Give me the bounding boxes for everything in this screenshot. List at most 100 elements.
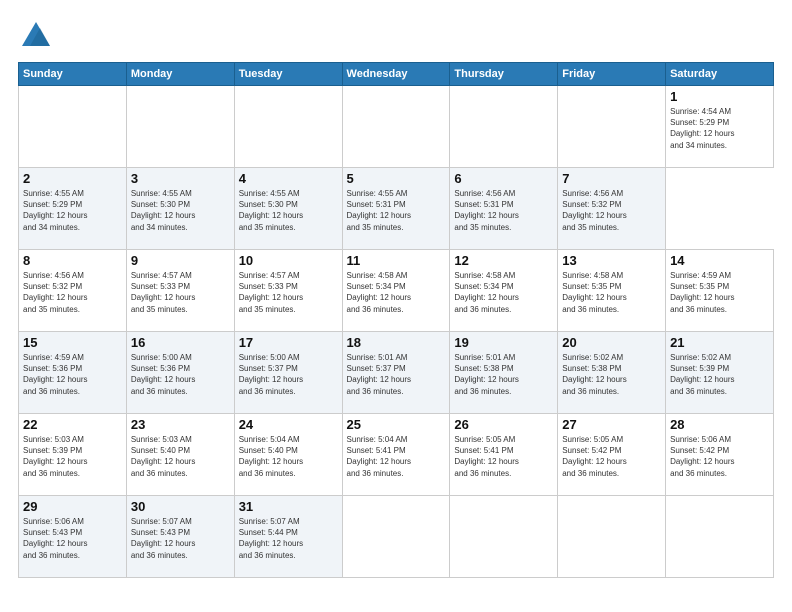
day-number: 10 bbox=[239, 253, 338, 268]
day-info: Sunrise: 4:56 AM Sunset: 5:32 PM Dayligh… bbox=[562, 188, 661, 233]
day-info: Sunrise: 5:01 AM Sunset: 5:37 PM Dayligh… bbox=[347, 352, 446, 397]
calendar-cell bbox=[234, 86, 342, 168]
calendar-cell: 6 Sunrise: 4:56 AM Sunset: 5:31 PM Dayli… bbox=[450, 168, 558, 250]
day-info: Sunrise: 5:04 AM Sunset: 5:41 PM Dayligh… bbox=[347, 434, 446, 479]
day-number: 30 bbox=[131, 499, 230, 514]
day-info: Sunrise: 5:04 AM Sunset: 5:40 PM Dayligh… bbox=[239, 434, 338, 479]
calendar-week: 1 Sunrise: 4:54 AM Sunset: 5:29 PM Dayli… bbox=[19, 86, 774, 168]
calendar-cell: 10 Sunrise: 4:57 AM Sunset: 5:33 PM Dayl… bbox=[234, 250, 342, 332]
day-info: Sunrise: 4:57 AM Sunset: 5:33 PM Dayligh… bbox=[131, 270, 230, 315]
day-number: 6 bbox=[454, 171, 553, 186]
day-number: 12 bbox=[454, 253, 553, 268]
calendar-cell: 19 Sunrise: 5:01 AM Sunset: 5:38 PM Dayl… bbox=[450, 332, 558, 414]
logo bbox=[18, 18, 58, 54]
calendar-cell bbox=[126, 86, 234, 168]
calendar-cell: 29 Sunrise: 5:06 AM Sunset: 5:43 PM Dayl… bbox=[19, 496, 127, 578]
day-number: 14 bbox=[670, 253, 769, 268]
day-number: 24 bbox=[239, 417, 338, 432]
weekday-header: Thursday bbox=[450, 63, 558, 86]
day-number: 23 bbox=[131, 417, 230, 432]
day-number: 20 bbox=[562, 335, 661, 350]
day-number: 1 bbox=[670, 89, 769, 104]
day-info: Sunrise: 5:07 AM Sunset: 5:44 PM Dayligh… bbox=[239, 516, 338, 561]
day-info: Sunrise: 5:02 AM Sunset: 5:39 PM Dayligh… bbox=[670, 352, 769, 397]
day-number: 29 bbox=[23, 499, 122, 514]
weekday-header: Tuesday bbox=[234, 63, 342, 86]
day-number: 26 bbox=[454, 417, 553, 432]
day-number: 9 bbox=[131, 253, 230, 268]
day-number: 16 bbox=[131, 335, 230, 350]
day-info: Sunrise: 5:07 AM Sunset: 5:43 PM Dayligh… bbox=[131, 516, 230, 561]
calendar-cell: 7 Sunrise: 4:56 AM Sunset: 5:32 PM Dayli… bbox=[558, 168, 666, 250]
calendar-cell: 18 Sunrise: 5:01 AM Sunset: 5:37 PM Dayl… bbox=[342, 332, 450, 414]
calendar-cell: 23 Sunrise: 5:03 AM Sunset: 5:40 PM Dayl… bbox=[126, 414, 234, 496]
day-number: 8 bbox=[23, 253, 122, 268]
calendar-cell: 2 Sunrise: 4:55 AM Sunset: 5:29 PM Dayli… bbox=[19, 168, 127, 250]
day-number: 13 bbox=[562, 253, 661, 268]
day-info: Sunrise: 4:59 AM Sunset: 5:35 PM Dayligh… bbox=[670, 270, 769, 315]
day-info: Sunrise: 4:58 AM Sunset: 5:35 PM Dayligh… bbox=[562, 270, 661, 315]
day-info: Sunrise: 4:54 AM Sunset: 5:29 PM Dayligh… bbox=[670, 106, 769, 151]
calendar-cell: 27 Sunrise: 5:05 AM Sunset: 5:42 PM Dayl… bbox=[558, 414, 666, 496]
calendar-cell: 26 Sunrise: 5:05 AM Sunset: 5:41 PM Dayl… bbox=[450, 414, 558, 496]
calendar-cell bbox=[450, 496, 558, 578]
day-info: Sunrise: 4:55 AM Sunset: 5:31 PM Dayligh… bbox=[347, 188, 446, 233]
day-number: 11 bbox=[347, 253, 446, 268]
day-info: Sunrise: 5:06 AM Sunset: 5:43 PM Dayligh… bbox=[23, 516, 122, 561]
day-number: 17 bbox=[239, 335, 338, 350]
calendar-week: 2 Sunrise: 4:55 AM Sunset: 5:29 PM Dayli… bbox=[19, 168, 774, 250]
day-number: 4 bbox=[239, 171, 338, 186]
day-info: Sunrise: 5:03 AM Sunset: 5:40 PM Dayligh… bbox=[131, 434, 230, 479]
day-info: Sunrise: 5:06 AM Sunset: 5:42 PM Dayligh… bbox=[670, 434, 769, 479]
calendar-cell bbox=[19, 86, 127, 168]
calendar-cell: 15 Sunrise: 4:59 AM Sunset: 5:36 PM Dayl… bbox=[19, 332, 127, 414]
calendar-cell: 20 Sunrise: 5:02 AM Sunset: 5:38 PM Dayl… bbox=[558, 332, 666, 414]
day-number: 25 bbox=[347, 417, 446, 432]
calendar-cell: 30 Sunrise: 5:07 AM Sunset: 5:43 PM Dayl… bbox=[126, 496, 234, 578]
calendar-cell: 24 Sunrise: 5:04 AM Sunset: 5:40 PM Dayl… bbox=[234, 414, 342, 496]
weekday-header: Friday bbox=[558, 63, 666, 86]
weekday-header: Saturday bbox=[666, 63, 774, 86]
calendar-week: 8 Sunrise: 4:56 AM Sunset: 5:32 PM Dayli… bbox=[19, 250, 774, 332]
day-number: 18 bbox=[347, 335, 446, 350]
weekday-header: Sunday bbox=[19, 63, 127, 86]
day-info: Sunrise: 4:58 AM Sunset: 5:34 PM Dayligh… bbox=[454, 270, 553, 315]
day-info: Sunrise: 5:02 AM Sunset: 5:38 PM Dayligh… bbox=[562, 352, 661, 397]
page: SundayMondayTuesdayWednesdayThursdayFrid… bbox=[0, 0, 792, 612]
day-info: Sunrise: 4:59 AM Sunset: 5:36 PM Dayligh… bbox=[23, 352, 122, 397]
day-info: Sunrise: 5:05 AM Sunset: 5:41 PM Dayligh… bbox=[454, 434, 553, 479]
calendar-cell: 13 Sunrise: 4:58 AM Sunset: 5:35 PM Dayl… bbox=[558, 250, 666, 332]
day-info: Sunrise: 5:03 AM Sunset: 5:39 PM Dayligh… bbox=[23, 434, 122, 479]
day-number: 31 bbox=[239, 499, 338, 514]
calendar-week: 29 Sunrise: 5:06 AM Sunset: 5:43 PM Dayl… bbox=[19, 496, 774, 578]
day-number: 5 bbox=[347, 171, 446, 186]
day-number: 15 bbox=[23, 335, 122, 350]
day-number: 21 bbox=[670, 335, 769, 350]
calendar-cell: 9 Sunrise: 4:57 AM Sunset: 5:33 PM Dayli… bbox=[126, 250, 234, 332]
calendar-header: SundayMondayTuesdayWednesdayThursdayFrid… bbox=[19, 63, 774, 86]
calendar-cell bbox=[342, 86, 450, 168]
day-number: 2 bbox=[23, 171, 122, 186]
calendar-cell: 5 Sunrise: 4:55 AM Sunset: 5:31 PM Dayli… bbox=[342, 168, 450, 250]
calendar-week: 22 Sunrise: 5:03 AM Sunset: 5:39 PM Dayl… bbox=[19, 414, 774, 496]
day-number: 7 bbox=[562, 171, 661, 186]
calendar-cell bbox=[558, 496, 666, 578]
calendar-cell bbox=[666, 496, 774, 578]
calendar-cell: 25 Sunrise: 5:04 AM Sunset: 5:41 PM Dayl… bbox=[342, 414, 450, 496]
day-info: Sunrise: 4:57 AM Sunset: 5:33 PM Dayligh… bbox=[239, 270, 338, 315]
calendar-cell: 28 Sunrise: 5:06 AM Sunset: 5:42 PM Dayl… bbox=[666, 414, 774, 496]
day-info: Sunrise: 4:56 AM Sunset: 5:31 PM Dayligh… bbox=[454, 188, 553, 233]
day-number: 22 bbox=[23, 417, 122, 432]
calendar-cell bbox=[558, 86, 666, 168]
day-number: 27 bbox=[562, 417, 661, 432]
weekday-header: Wednesday bbox=[342, 63, 450, 86]
calendar-cell: 1 Sunrise: 4:54 AM Sunset: 5:29 PM Dayli… bbox=[666, 86, 774, 168]
header bbox=[18, 18, 774, 54]
calendar-cell: 4 Sunrise: 4:55 AM Sunset: 5:30 PM Dayli… bbox=[234, 168, 342, 250]
calendar-cell: 12 Sunrise: 4:58 AM Sunset: 5:34 PM Dayl… bbox=[450, 250, 558, 332]
calendar-cell: 16 Sunrise: 5:00 AM Sunset: 5:36 PM Dayl… bbox=[126, 332, 234, 414]
calendar-cell: 22 Sunrise: 5:03 AM Sunset: 5:39 PM Dayl… bbox=[19, 414, 127, 496]
day-number: 3 bbox=[131, 171, 230, 186]
calendar-cell: 17 Sunrise: 5:00 AM Sunset: 5:37 PM Dayl… bbox=[234, 332, 342, 414]
day-info: Sunrise: 5:05 AM Sunset: 5:42 PM Dayligh… bbox=[562, 434, 661, 479]
